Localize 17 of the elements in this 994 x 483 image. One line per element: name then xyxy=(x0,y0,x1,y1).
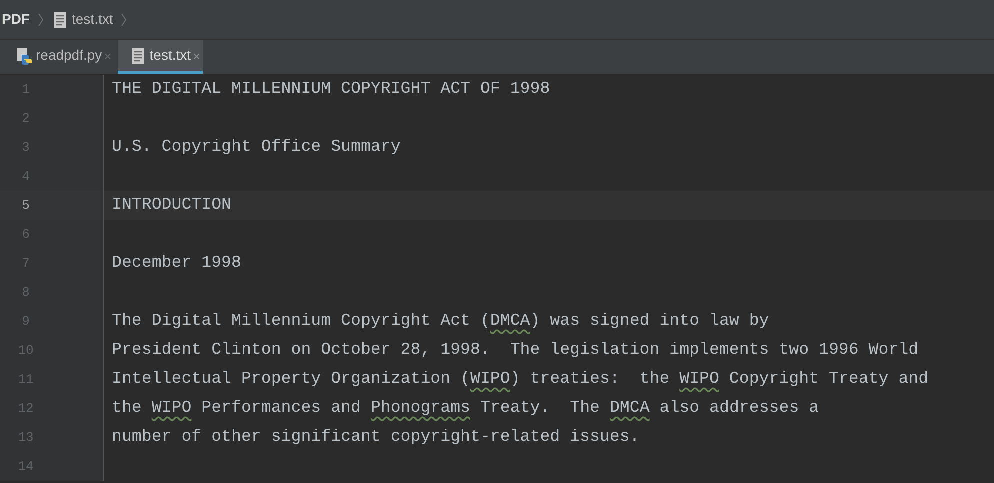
code-line: number of other significant copyright-related issues. xyxy=(112,426,640,448)
code-line: December 1998 xyxy=(112,252,242,274)
code-line: U.S. Copyright Office Summary xyxy=(112,136,401,158)
code-line: The Digital Millennium Copyright Act (DMCA) was signed into law by xyxy=(112,310,770,332)
python-file-icon xyxy=(16,46,32,64)
text-file-icon xyxy=(130,46,146,64)
chevron-icon xyxy=(38,12,44,26)
code-line: Intellectual Property Organization (WIPO) treaties: the WIPO Copyright Treaty and xyxy=(112,368,929,390)
code-line: the WIPO Performances and Phonograms Treaty. The DMCA also addresses a xyxy=(112,397,820,420)
code-line: INTRODUCTION xyxy=(112,194,232,216)
code-line: THE DIGITAL MILLENNIUM COPYRIGHT ACT OF 1998 xyxy=(112,78,550,100)
text-file-icon xyxy=(52,10,68,28)
breadcrumb-item[interactable]: PDF xyxy=(2,9,30,30)
chevron-icon xyxy=(121,12,128,26)
code-line: President Clinton on October 28, 1998. The legislation implements two 1996 World xyxy=(112,339,919,362)
line-number: 5 xyxy=(21,196,31,215)
breadcrumb-item[interactable]: test.txt xyxy=(52,9,114,30)
